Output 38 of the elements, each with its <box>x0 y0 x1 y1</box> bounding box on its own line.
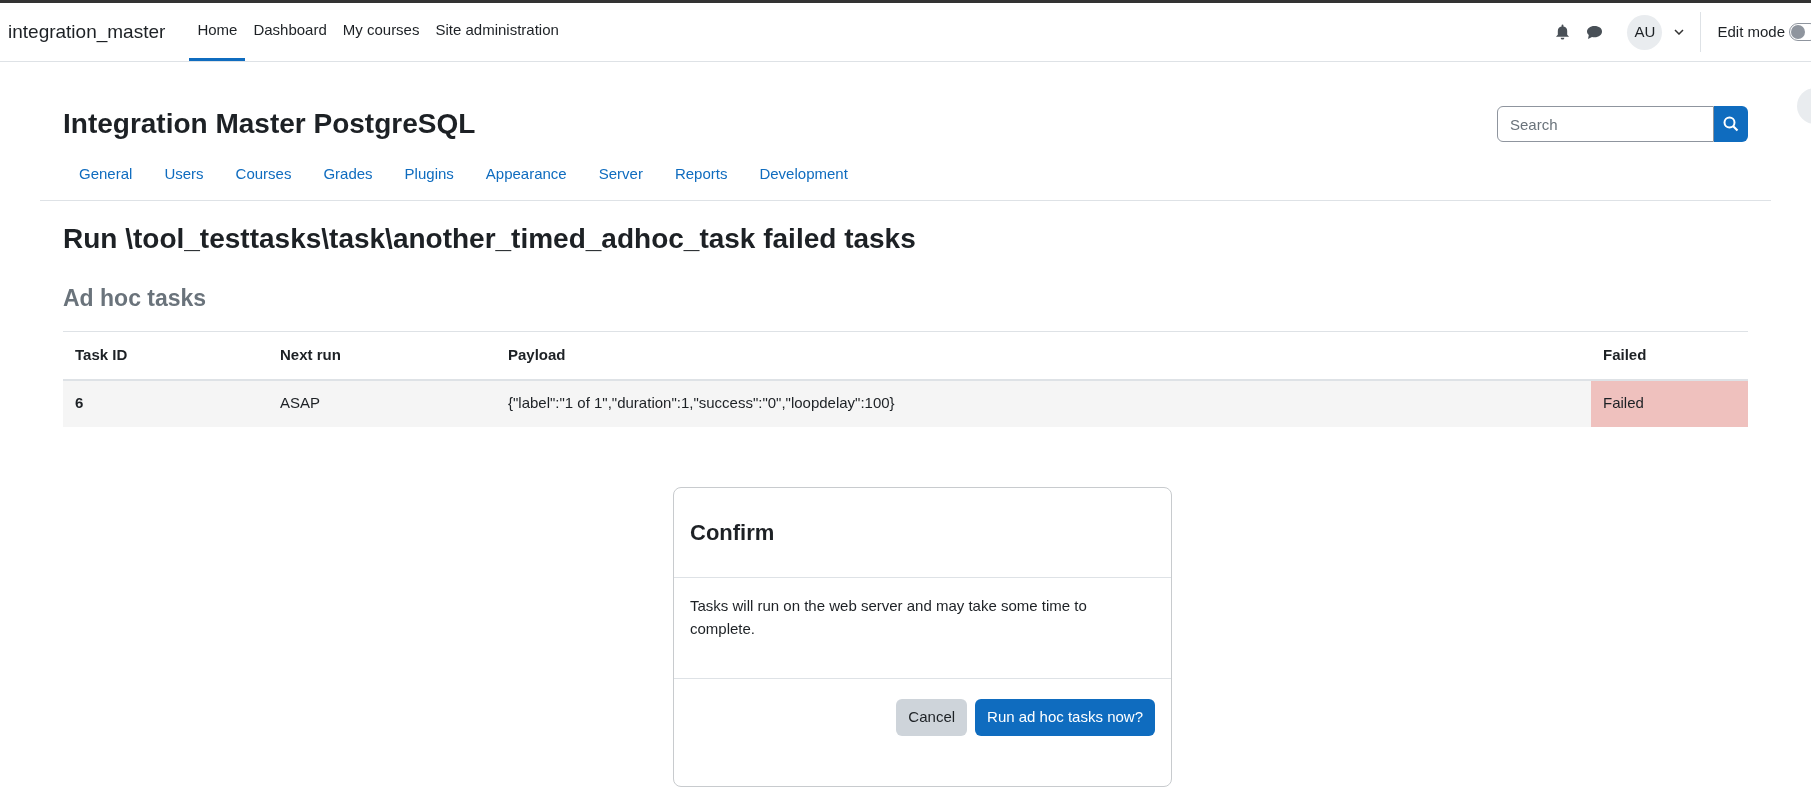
table-cell: 6 <box>63 379 268 427</box>
admin-tab[interactable]: General <box>63 163 149 186</box>
dialog-title: Confirm <box>690 518 776 547</box>
admin-tab[interactable]: Plugins <box>388 163 470 186</box>
site-title: Integration Master PostgreSQL <box>63 107 476 141</box>
edit-mode-switch[interactable] <box>1789 23 1811 41</box>
admin-tab[interactable]: Appearance <box>469 163 583 186</box>
search-button[interactable] <box>1714 106 1748 142</box>
cancel-button[interactable]: Cancel <box>896 698 968 736</box>
admin-tab[interactable]: Server <box>582 163 659 186</box>
search-field[interactable]: Search <box>1497 106 1714 142</box>
admin-tab[interactable]: Users <box>148 163 220 186</box>
chat-icon[interactable] <box>1586 24 1604 40</box>
status-cell: Failed <box>1591 379 1748 427</box>
section-heading: Ad hoc tasks <box>63 283 208 313</box>
run-button[interactable]: Run ad hoc tasks now? <box>975 698 1155 736</box>
site-name[interactable]: integration_master <box>8 17 166 47</box>
nav-link[interactable]: Site administration <box>427 3 567 61</box>
admin-tab[interactable]: Reports <box>658 163 744 186</box>
dialog-message: Tasks will run on the web server and may take some time to complete. <box>674 577 1171 679</box>
bell-icon[interactable] <box>1555 24 1571 40</box>
admin-tab[interactable]: Grades <box>307 163 389 186</box>
table-cell: ASAP <box>268 379 496 427</box>
search-icon <box>1723 116 1739 132</box>
table-cell: {"label":"1 of 1","duration":1,"success":"0","loopdelay":100} <box>496 379 1591 427</box>
user-avatar[interactable]: AU <box>1627 14 1663 50</box>
nav-link[interactable]: Dashboard <box>245 3 335 61</box>
column-header: Payload <box>496 331 1591 380</box>
column-header: Failed <box>1591 331 1748 380</box>
column-header: Next run <box>268 331 496 380</box>
page-heading: Run \tool_testtasks\task\another_timed_adhoc_task failed tasks <box>63 221 917 256</box>
admin-tab[interactable]: Courses <box>219 163 308 186</box>
column-header: Task ID <box>63 331 268 380</box>
edit-mode-label: Edit mode <box>1717 21 1785 42</box>
nav-link[interactable]: My courses <box>334 3 428 61</box>
nav-link[interactable]: Home <box>189 3 246 61</box>
admin-tab[interactable]: Development <box>743 163 864 186</box>
caret-icon[interactable] <box>1674 29 1685 35</box>
